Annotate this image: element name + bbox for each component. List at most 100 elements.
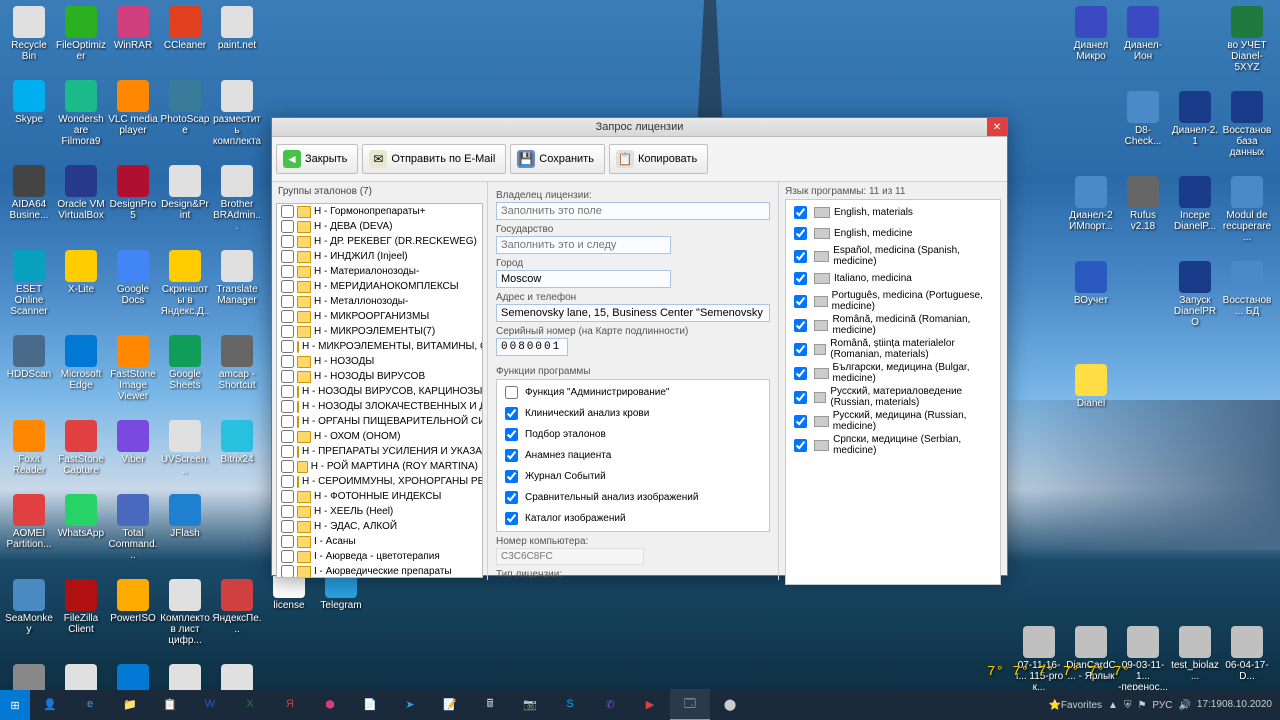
taskbar-word[interactable]: W bbox=[190, 689, 230, 720]
tree-checkbox[interactable] bbox=[281, 280, 294, 293]
desktop-icon[interactable]: DianCardC... - Ярлык bbox=[1066, 626, 1116, 693]
taskbar-item[interactable]: 📷 bbox=[510, 689, 550, 720]
desktop-icon[interactable]: 07-11-16-т... 115-pro к... bbox=[1014, 626, 1064, 693]
taskbar-viber[interactable]: ✆ bbox=[590, 689, 630, 720]
tree-item[interactable]: Н - ФОТОННЫЕ ИНДЕКСЫ bbox=[277, 489, 482, 504]
tree-checkbox[interactable] bbox=[281, 400, 294, 413]
desktop-icon[interactable]: Foxit Reader bbox=[4, 420, 54, 476]
tree-item[interactable]: Н - НОЗОДЫ ЗЛОКАЧЕСТВЕННЫХ И ДЕГЕНЕРАТ..… bbox=[277, 399, 482, 414]
desktop-icon[interactable]: Microsoft Edge bbox=[56, 335, 106, 402]
country-input[interactable] bbox=[496, 236, 671, 254]
tray-icon[interactable]: ⚑ bbox=[1137, 700, 1146, 711]
titlebar[interactable]: Запрос лицензии ✕ bbox=[272, 118, 1007, 137]
function-item[interactable]: Каталог изображений bbox=[501, 508, 765, 529]
copy-button[interactable]: 📋Копировать bbox=[609, 144, 708, 174]
lang-checkbox[interactable] bbox=[794, 439, 807, 452]
taskbar-excel[interactable]: X bbox=[230, 689, 270, 720]
desktop-icon[interactable]: PhotoScape bbox=[160, 80, 210, 147]
desktop-icon[interactable]: paint.net bbox=[212, 6, 262, 62]
tray-icon[interactable]: ⛨ bbox=[1124, 700, 1132, 711]
tree-checkbox[interactable] bbox=[281, 520, 294, 533]
desktop-icon[interactable]: Комплектов лист цифр... bbox=[160, 579, 210, 646]
function-checkbox[interactable] bbox=[505, 449, 518, 462]
lang-checkbox[interactable] bbox=[794, 272, 807, 285]
desktop-icon[interactable]: UVScreen... bbox=[160, 420, 210, 476]
desktop-icon[interactable]: ЯндексПе... bbox=[212, 579, 262, 646]
tree-checkbox[interactable] bbox=[281, 550, 294, 563]
tree-checkbox[interactable] bbox=[281, 445, 294, 458]
tree-checkbox[interactable] bbox=[281, 430, 294, 443]
tree-item[interactable]: Н - Гормонопрепараты+ bbox=[277, 204, 482, 219]
lang-item[interactable]: Română, medicină (Romanian, medicine) bbox=[790, 313, 996, 337]
tree-checkbox[interactable] bbox=[281, 355, 294, 368]
favorites-label[interactable]: ⭐ Favorites bbox=[1048, 700, 1102, 711]
lang-checkbox[interactable] bbox=[794, 319, 807, 332]
tree-item[interactable]: Н - Металлонозоды- bbox=[277, 294, 482, 309]
tree-checkbox[interactable] bbox=[281, 295, 294, 308]
desktop-icon[interactable]: Oracle VM VirtualBox bbox=[56, 165, 106, 232]
desktop-icon[interactable]: 06-04-17-D... bbox=[1222, 626, 1272, 693]
function-checkbox[interactable] bbox=[505, 428, 518, 441]
lang-item[interactable]: Русский, материаловедение (Russian, mate… bbox=[790, 385, 996, 409]
desktop-icon[interactable]: CCleaner bbox=[160, 6, 210, 62]
taskbar-item[interactable]: 📋 bbox=[150, 689, 190, 720]
desktop-icon[interactable]: Google Sheets bbox=[160, 335, 210, 402]
lang-item[interactable]: Italiano, medicina bbox=[790, 268, 996, 289]
desktop-icon[interactable]: D8-Check... bbox=[1118, 91, 1168, 158]
tree-item[interactable]: Н - ОХОМ (OHOM) bbox=[277, 429, 482, 444]
desktop-icon[interactable]: FastStone Capture bbox=[56, 420, 106, 476]
taskbar-item[interactable]: 📝 bbox=[430, 689, 470, 720]
lang-item[interactable]: English, materials bbox=[790, 202, 996, 223]
desktop-icon[interactable]: Incepe DianelP... bbox=[1170, 176, 1220, 243]
tree-item[interactable]: I - Асаны bbox=[277, 534, 482, 549]
tree-item[interactable]: Н - МИКРОЭЛЕМЕНТЫ, ВИТАМИНЫ, СТОМАТОЛ... bbox=[277, 339, 482, 354]
desktop-icon[interactable]: Dianel bbox=[1066, 364, 1116, 409]
save-button[interactable]: 💾Сохранить bbox=[510, 144, 605, 174]
tray-volume-icon[interactable]: 🔊 bbox=[1178, 700, 1190, 711]
desktop-icon[interactable]: FileZilla Client bbox=[56, 579, 106, 646]
tree-item[interactable]: Н - НОЗОДЫ ВИРУСОВ, КАРЦИНОЗЫ bbox=[277, 384, 482, 399]
desktop-icon[interactable]: AIDA64 Busine... bbox=[4, 165, 54, 232]
taskbar-item[interactable]: ⬤ bbox=[710, 689, 750, 720]
tree-checkbox[interactable] bbox=[281, 475, 294, 488]
desktop-icon[interactable]: разместить комплекта... bbox=[212, 80, 262, 147]
function-item[interactable]: Анамнез пациента bbox=[501, 445, 765, 466]
serial-input[interactable] bbox=[496, 338, 568, 356]
tree-item[interactable]: Н - МИКРОЭЛЕМЕНТЫ(7) bbox=[277, 324, 482, 339]
desktop-icon[interactable]: HDDScan bbox=[4, 335, 54, 402]
tree-checkbox[interactable] bbox=[281, 460, 294, 473]
taskbar-explorer[interactable]: 📁 bbox=[110, 689, 150, 720]
desktop-icon[interactable]: Дианел Микро bbox=[1066, 6, 1116, 73]
lang-checkbox[interactable] bbox=[794, 295, 807, 308]
tree-checkbox[interactable] bbox=[281, 265, 294, 278]
lang-checkbox[interactable] bbox=[794, 250, 807, 263]
desktop-icon[interactable]: Recycle Bin bbox=[4, 6, 54, 62]
desktop-icon[interactable]: PowerISO bbox=[108, 579, 158, 646]
desktop-icon[interactable]: Запуск DianelPRO bbox=[1170, 261, 1220, 328]
desktop-icon[interactable]: FastStone Image Viewer bbox=[108, 335, 158, 402]
tree-checkbox[interactable] bbox=[281, 325, 294, 338]
tree-item[interactable]: Н - ПРЕПАРАТЫ УСИЛЕНИЯ И УКАЗАНИЯ bbox=[277, 444, 482, 459]
function-item[interactable]: Клинический анализ крови bbox=[501, 403, 765, 424]
tree-item[interactable]: Н - ДЕВА (DEVA) bbox=[277, 219, 482, 234]
desktop-icon[interactable]: Rufus v2.18 bbox=[1118, 176, 1168, 243]
tree-checkbox[interactable] bbox=[281, 220, 294, 233]
function-item[interactable]: Подбор эталонов bbox=[501, 424, 765, 445]
tree-checkbox[interactable] bbox=[281, 415, 294, 428]
tree-checkbox[interactable] bbox=[281, 235, 294, 248]
tree-item[interactable]: Н - МИКРООРГАНИЗМЫ bbox=[277, 309, 482, 324]
lang-item[interactable]: Български, медицина (Bulgar, medicine) bbox=[790, 361, 996, 385]
desktop-icon[interactable]: Дианел-2.1 bbox=[1170, 91, 1220, 158]
start-button[interactable]: ⊞ bbox=[0, 690, 30, 720]
desktop-icon[interactable]: Дианел-Ион bbox=[1118, 6, 1168, 73]
desktop-icon[interactable]: Skype bbox=[4, 80, 54, 147]
taskbar-ie[interactable]: e bbox=[70, 689, 110, 720]
address-input[interactable] bbox=[496, 304, 770, 322]
tree-checkbox[interactable] bbox=[281, 535, 294, 548]
tree-checkbox[interactable] bbox=[281, 250, 294, 263]
etalon-tree[interactable]: Н - Гормонопрепараты+Н - ДЕВА (DEVA) Н - … bbox=[276, 203, 483, 578]
function-checkbox[interactable] bbox=[505, 491, 518, 504]
lang-item[interactable]: English, medicine bbox=[790, 223, 996, 244]
desktop-icon[interactable]: ESET Online Scanner bbox=[4, 250, 54, 317]
desktop-icon[interactable]: Wondershare Filmora9 bbox=[56, 80, 106, 147]
